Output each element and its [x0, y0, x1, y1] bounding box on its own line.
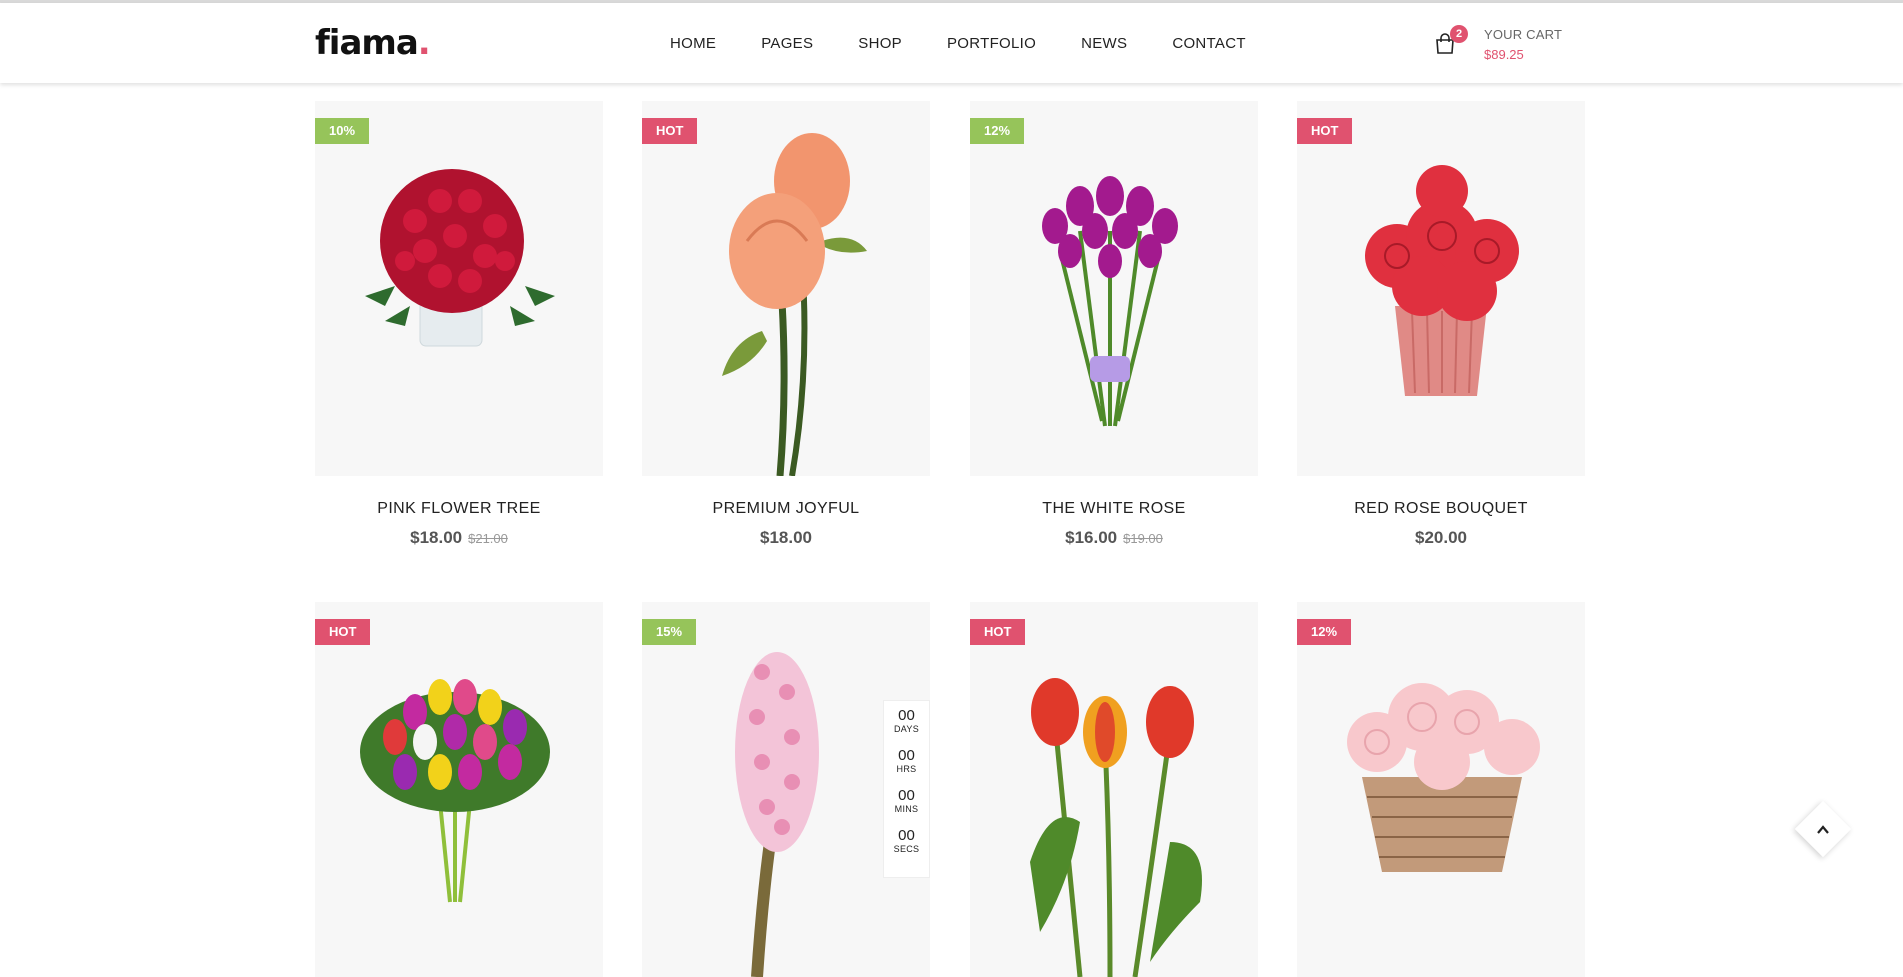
product-title[interactable]: PINK FLOWER TREE	[315, 500, 603, 518]
product-old-price: $19.00	[1123, 531, 1163, 546]
product-image[interactable]: 15% 00 DAYS 00 HRS 00 MINS 00 SECS	[642, 602, 930, 977]
countdown-days: 00 DAYS	[893, 707, 920, 734]
product-image[interactable]: 12%	[1297, 602, 1585, 977]
purple-tulips-image	[1042, 176, 1178, 427]
product-prices: $18.00 $21.00	[315, 528, 603, 548]
chevron-up-icon	[1817, 825, 1829, 834]
red-roses-pot-image	[1365, 165, 1519, 396]
product-price: $16.00	[1065, 528, 1118, 547]
hot-badge: HOT	[315, 619, 371, 645]
nav-pages[interactable]: PAGES	[761, 35, 813, 52]
product-price: $18.00	[760, 528, 812, 547]
discount-badge: 12%	[1297, 619, 1352, 645]
product-card[interactable]: 12%	[1297, 602, 1585, 977]
hot-badge: HOT	[970, 619, 1026, 645]
cart-count-badge: 2	[1450, 25, 1468, 43]
product-old-price: $21.00	[468, 531, 508, 546]
product-price: $18.00	[410, 528, 463, 547]
hot-badge: HOT	[1297, 118, 1353, 144]
product-image[interactable]: HOT	[642, 101, 930, 476]
discount-badge: 15%	[642, 619, 697, 645]
product-prices: $16.00 $19.00	[970, 528, 1258, 548]
red-tulips-image	[1030, 678, 1202, 977]
red-roses-vase-image	[365, 169, 555, 347]
product-card[interactable]: HOT RED ROSE BOUQUET $20.00	[1297, 101, 1585, 548]
main-nav: HOME PAGES SHOP PORTFOLIO NEWS CONTACT	[670, 3, 1291, 83]
product-image[interactable]: HOT	[315, 602, 603, 977]
product-card[interactable]: HOT	[315, 602, 603, 977]
product-card[interactable]: HOT PREMIUM JOYFUL $18.00	[642, 101, 930, 548]
countdown-seconds: 00 SECS	[893, 827, 920, 854]
product-prices: $20.00	[1297, 528, 1585, 548]
product-price: $20.00	[1415, 528, 1467, 547]
logo[interactable]: fiama.	[315, 23, 431, 63]
product-image[interactable]: HOT	[970, 602, 1258, 977]
pink-roses-basket-image	[1347, 683, 1540, 872]
mixed-tulips-image	[360, 679, 550, 903]
discount-badge: 12%	[970, 118, 1025, 144]
product-card[interactable]: 15% 00 DAYS 00 HRS 00 MINS 00 SECS	[642, 602, 930, 977]
cart-title: YOUR CART	[1484, 27, 1563, 42]
discount-badge: 10%	[315, 118, 370, 144]
product-card[interactable]: 12% THE WHITE ROSE $16.00 $19.00	[970, 101, 1258, 548]
countdown-hours: 00 HRS	[896, 747, 917, 774]
product-image[interactable]: 12%	[970, 101, 1258, 476]
product-prices: $18.00	[642, 528, 930, 548]
hot-badge: HOT	[642, 118, 698, 144]
nav-home[interactable]: HOME	[670, 35, 716, 52]
nav-portfolio[interactable]: PORTFOLIO	[947, 35, 1036, 52]
nav-news[interactable]: NEWS	[1081, 35, 1127, 52]
product-image[interactable]: HOT	[1297, 101, 1585, 476]
nav-contact[interactable]: CONTACT	[1172, 35, 1245, 52]
countdown-timer: 00 DAYS 00 HRS 00 MINS 00 SECS	[883, 700, 930, 878]
product-title[interactable]: RED ROSE BOUQUET	[1297, 500, 1585, 518]
product-title[interactable]: PREMIUM JOYFUL	[642, 500, 930, 518]
nav-shop[interactable]: SHOP	[858, 35, 902, 52]
product-image[interactable]: 10%	[315, 101, 603, 476]
cart-total: $89.25	[1484, 47, 1524, 62]
product-card[interactable]: 10% PINK FLOWER TREE $18.00 $21.00	[315, 101, 603, 548]
peach-roses-image	[722, 133, 867, 476]
cart-widget[interactable]: 2 YOUR CART $89.25	[1434, 25, 1574, 65]
product-title[interactable]: THE WHITE ROSE	[970, 500, 1258, 518]
product-card[interactable]: HOT	[970, 602, 1258, 977]
site-header: fiama. HOME PAGES SHOP PORTFOLIO NEWS CO…	[0, 3, 1903, 83]
countdown-minutes: 00 MINS	[894, 787, 919, 814]
